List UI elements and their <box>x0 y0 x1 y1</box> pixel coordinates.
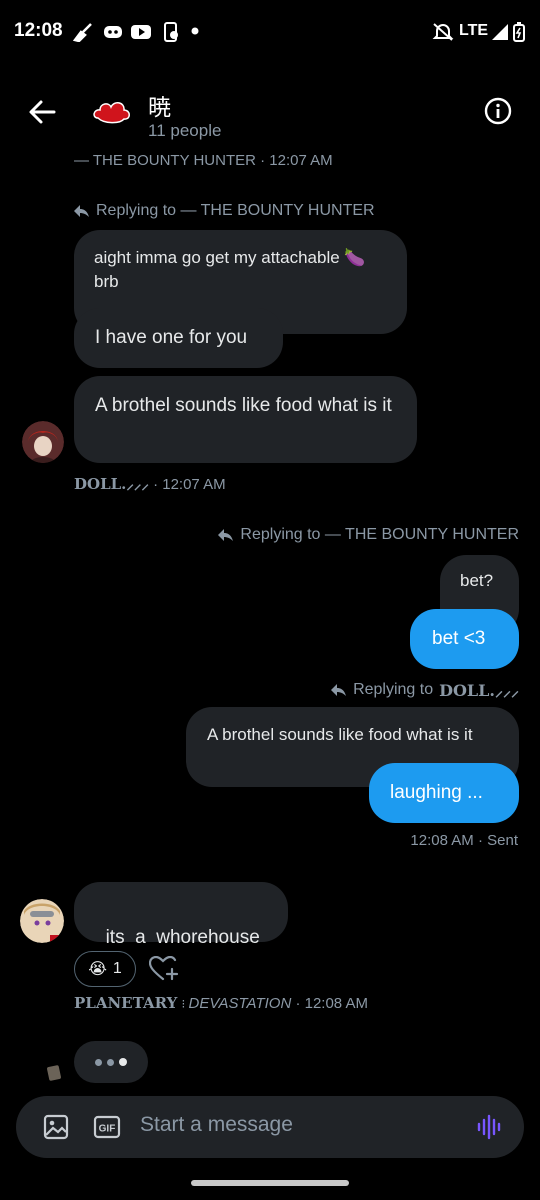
message-bubble-sent[interactable]: bet <3 <box>410 609 519 669</box>
image-icon[interactable] <box>42 1113 70 1141</box>
message-time: · 12:08 AM <box>295 995 368 1012</box>
reply-context-name: DOLL.⸝⸝⸝ <box>439 681 519 700</box>
typing-indicator <box>74 1041 148 1083</box>
scroll-clip: — THE BOUNTY HUNTER · 12:07 AM <box>0 148 540 166</box>
message-meta: DOLL.⸝⸝⸝ · 12:07 AM <box>74 474 226 494</box>
phone-lock-icon <box>164 22 178 42</box>
typing-dot <box>95 1058 102 1066</box>
notification-dot-icon <box>191 27 199 35</box>
reply-context: Replying to — THE BOUNTY HUNTER <box>218 526 519 544</box>
status-time: 12:08 <box>14 20 63 41</box>
message-text: bet <3 <box>432 628 486 649</box>
message-meta: PLANETARY ⁝ DEVASTATION · 12:08 AM <box>74 994 368 1012</box>
group-avatar-cloud-icon[interactable] <box>92 94 132 128</box>
back-arrow-icon[interactable] <box>26 96 58 128</box>
message-meta: — THE BOUNTY HUNTER · 12:07 AM <box>74 152 333 166</box>
gif-icon[interactable]: GIF <box>93 1113 121 1141</box>
reply-context-text: Replying to — THE BOUNTY HUNTER <box>96 202 375 219</box>
message-input[interactable] <box>140 1113 460 1137</box>
reply-context-prefix: Replying to <box>353 681 434 698</box>
message-bubble[interactable]: I have one for you <box>74 308 283 368</box>
user-avatar-planetary[interactable] <box>20 899 64 943</box>
message-bubble[interactable]: its a whorehouse <box>74 882 288 948</box>
status-bar: 12:08 LTE <box>0 0 540 66</box>
signal-icon <box>492 24 508 40</box>
message-bubble[interactable]: A brothel sounds like food what is it <box>74 376 417 463</box>
reply-arrow-icon <box>331 684 347 696</box>
sender-name-ornament: ⁝ <box>181 997 185 1011</box>
sender-name[interactable]: DOLL.⸝⸝⸝ <box>74 475 149 493</box>
quoted-message-text: aight imma go get my attachable 🍆 brb <box>94 248 366 291</box>
message-text: laughing ... <box>390 782 483 803</box>
svg-text:GIF: GIF <box>99 1124 116 1135</box>
sender-name-b[interactable]: DEVASTATION <box>188 995 291 1012</box>
typing-user-avatar <box>47 1065 61 1081</box>
quoted-message-text: bet? <box>460 571 494 590</box>
typing-dot <box>107 1058 114 1066</box>
sent-status: 12:08 AM · Sent <box>410 832 518 849</box>
group-name[interactable]: 暁 <box>148 88 171 122</box>
quoted-message-text: A brothel sounds like food what is it <box>207 725 473 744</box>
voice-message-icon[interactable] <box>476 1114 502 1140</box>
message-text: its a whorehouse <box>105 927 260 948</box>
info-icon[interactable] <box>484 97 512 125</box>
broom-icon <box>72 23 92 42</box>
user-avatar-doll[interactable] <box>22 421 64 463</box>
add-reaction-heart-icon[interactable] <box>149 956 179 982</box>
sender-name[interactable]: PLANETARY <box>74 994 177 1012</box>
message-text: A brothel sounds like food what is it <box>95 395 392 416</box>
battery-icon <box>513 22 525 42</box>
message-bubble-sent[interactable]: laughing ... <box>369 763 519 823</box>
message-text: I have one for you <box>95 327 248 348</box>
mute-icon <box>432 23 454 41</box>
reply-context: Replying to — THE BOUNTY HUNTER <box>74 202 375 220</box>
discord-icon <box>104 26 122 38</box>
crying-emoji-icon: 😭 <box>88 961 107 978</box>
reaction-count: 1 <box>112 960 122 977</box>
reply-arrow-icon <box>218 529 234 541</box>
reply-context-text: Replying to — THE BOUNTY HUNTER <box>240 526 519 543</box>
network-type: LTE <box>459 22 489 39</box>
home-indicator[interactable] <box>191 1180 349 1186</box>
message-time: · 12:07 AM <box>153 476 226 493</box>
reaction-pill[interactable]: 😭 1 <box>74 951 136 987</box>
youtube-icon <box>131 25 151 39</box>
typing-dot <box>119 1058 127 1066</box>
member-count[interactable]: 11 people <box>148 121 221 141</box>
reply-arrow-icon <box>74 205 89 217</box>
reply-context: Replying to DOLL.⸝⸝⸝ <box>331 679 519 701</box>
